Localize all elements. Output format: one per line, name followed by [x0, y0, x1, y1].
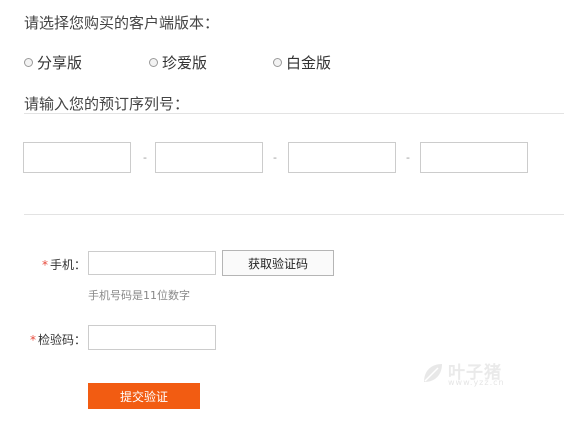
leaf-icon [424, 364, 442, 382]
serial-input-4[interactable] [420, 142, 528, 173]
phone-label: * 手机： [30, 256, 86, 273]
phone-input[interactable] [88, 251, 216, 275]
code-input[interactable] [88, 325, 216, 350]
radio-option-platinum[interactable]: 白金版 [273, 52, 331, 73]
radio-option-share[interactable]: 分享版 [24, 52, 82, 73]
serial-input-3[interactable] [288, 142, 396, 173]
required-mark: * [29, 333, 36, 347]
divider [24, 113, 564, 114]
serial-section-title: 请输入您的预订序列号： [24, 95, 190, 113]
radio-button-icon[interactable] [149, 58, 158, 67]
radio-option-label: 白金版 [286, 54, 332, 72]
serial-separator: - [273, 151, 277, 164]
radio-option-label: 分享版 [37, 54, 83, 72]
submit-button[interactable]: 提交验证 [88, 383, 200, 409]
phone-hint: 手机号码是11位数字 [88, 289, 190, 302]
radio-button-icon[interactable] [24, 58, 33, 67]
required-mark: * [41, 258, 48, 272]
serial-separator: - [406, 151, 410, 164]
code-label: * 检验码： [20, 331, 86, 348]
version-section-title: 请选择您购买的客户端版本： [24, 14, 220, 32]
get-code-button[interactable]: 获取验证码 [222, 250, 334, 276]
radio-option-treasure[interactable]: 珍爱版 [149, 52, 207, 73]
radio-option-label: 珍爱版 [162, 54, 208, 72]
serial-input-2[interactable] [155, 142, 263, 173]
serial-separator: - [143, 151, 147, 164]
watermark-url: www.yzz.cn [448, 378, 505, 387]
version-radio-group: 分享版 珍爱版 白金版 [24, 52, 384, 74]
code-label-text: 检验码： [37, 333, 86, 347]
serial-input-1[interactable] [23, 142, 131, 173]
divider [24, 214, 564, 215]
watermark-logo: 叶子猪 www.yzz.cn [420, 358, 530, 388]
radio-button-icon[interactable] [273, 58, 282, 67]
phone-label-text: 手机： [49, 258, 86, 272]
